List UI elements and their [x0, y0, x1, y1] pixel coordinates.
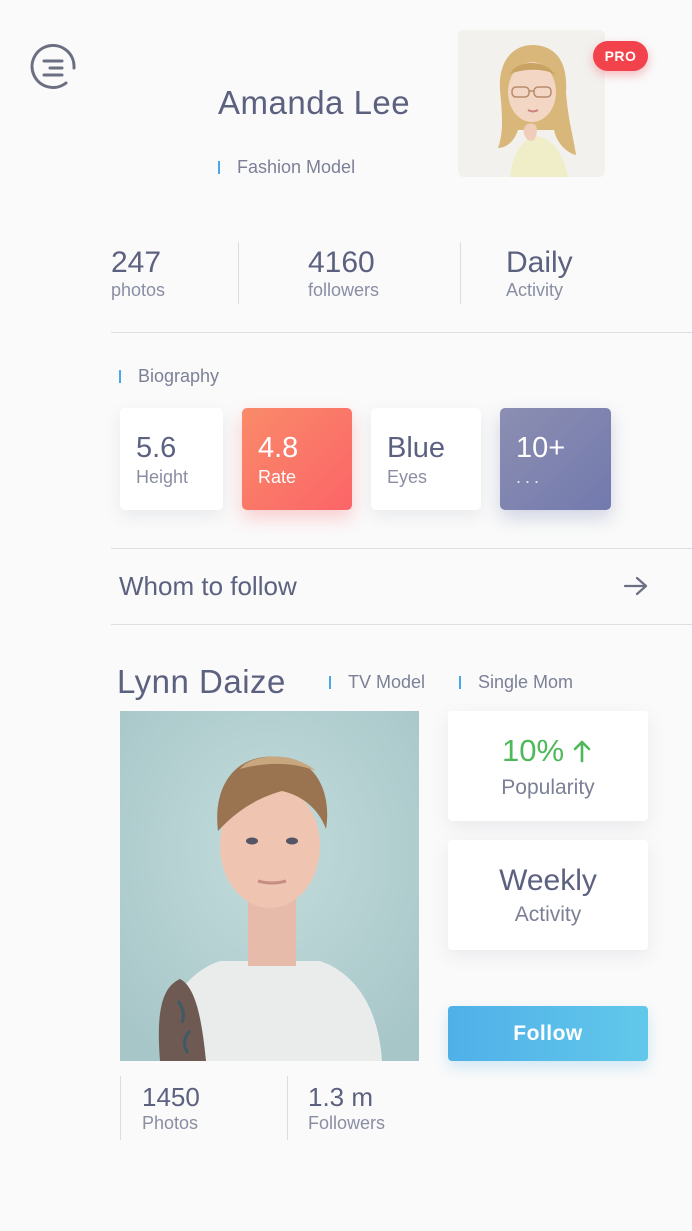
stat-divider — [238, 242, 239, 304]
bio-card-value: 10+ — [516, 432, 566, 464]
avatar-portrait — [458, 30, 605, 177]
arrow-right-icon[interactable] — [622, 575, 650, 597]
stat-activity-value: Daily — [506, 246, 573, 279]
profile-avatar[interactable] — [458, 30, 605, 177]
stat-photos-value: 247 — [111, 246, 162, 279]
bio-card-value: Blue — [387, 432, 446, 464]
bio-card-value: 4.8 — [258, 432, 299, 464]
profile-role-label: Fashion Model — [237, 157, 356, 177]
suggested-followers-value: 1.3 m — [308, 1082, 374, 1112]
bio-card-label: Height — [136, 467, 189, 487]
suggested-photos-stat: 1450 Photos — [142, 1082, 200, 1134]
profile-name: Amanda Lee — [218, 84, 411, 121]
stat-followers-label: followers — [308, 280, 380, 300]
accent-bar — [459, 676, 461, 689]
activity-value: Weekly — [499, 864, 597, 897]
follow-button[interactable]: Follow — [448, 1006, 648, 1061]
stat-photos: 247 photos — [111, 246, 165, 301]
accent-bar — [119, 370, 121, 383]
bio-card-eyes[interactable]: Blue Eyes — [371, 408, 481, 510]
bio-card-height[interactable]: 5.6 Height — [120, 408, 223, 510]
suggested-photo[interactable] — [120, 711, 419, 1061]
stat-photos-label: photos — [111, 280, 166, 300]
biography-label: Biography — [138, 366, 220, 386]
suggested-followers-label: Followers — [308, 1113, 386, 1133]
stat-divider — [287, 1076, 288, 1140]
stat-activity-label: Activity — [506, 280, 564, 300]
bio-card-label: ... — [516, 467, 544, 487]
bio-card-value: 5.6 — [136, 432, 177, 464]
section-divider — [111, 332, 692, 333]
suggested-tag: TV Model — [329, 672, 425, 693]
activity-label: Activity — [514, 903, 582, 926]
stat-followers-value: 4160 — [308, 246, 375, 279]
bio-card-label: Rate — [258, 467, 297, 487]
stat-activity: Daily Activity — [506, 246, 573, 301]
activity-card: Weekly Activity — [448, 840, 648, 950]
stat-followers: 4160 followers — [308, 246, 379, 301]
popularity-card: 10% Popularity — [448, 711, 648, 821]
stat-divider — [460, 242, 461, 304]
suggested-tag-label: TV Model — [348, 672, 426, 692]
biography-heading: Biography — [119, 366, 219, 387]
menu-lines-icon — [30, 43, 76, 89]
suggested-photos-value: 1450 — [142, 1082, 200, 1112]
section-divider — [111, 548, 692, 549]
suggested-tag: Single Mom — [459, 672, 573, 693]
section-divider — [111, 624, 692, 625]
suggested-name[interactable]: Lynn Daize — [117, 663, 286, 701]
menu-button[interactable] — [30, 43, 78, 92]
accent-bar — [218, 161, 220, 174]
popularity-label: Popularity — [501, 776, 595, 799]
suggested-followers-stat: 1.3 m Followers — [308, 1082, 385, 1134]
bio-card-rate[interactable]: 4.8 Rate — [242, 408, 352, 510]
whom-to-follow-label[interactable]: Whom to follow — [119, 571, 297, 602]
suggested-portrait — [120, 711, 419, 1061]
stat-divider — [120, 1076, 121, 1140]
popularity-value-row: 10% — [502, 733, 592, 769]
pro-badge: PRO — [593, 41, 648, 71]
suggested-tag-label: Single Mom — [478, 672, 574, 692]
suggested-photos-label: Photos — [142, 1113, 199, 1133]
accent-bar — [329, 676, 331, 689]
profile-role: Fashion Model — [218, 157, 355, 178]
bio-card-label: Eyes — [387, 467, 428, 487]
bio-card-more[interactable]: 10+ ... — [500, 408, 611, 510]
popularity-value: 10% — [502, 733, 565, 768]
arrow-up-icon — [573, 740, 591, 763]
